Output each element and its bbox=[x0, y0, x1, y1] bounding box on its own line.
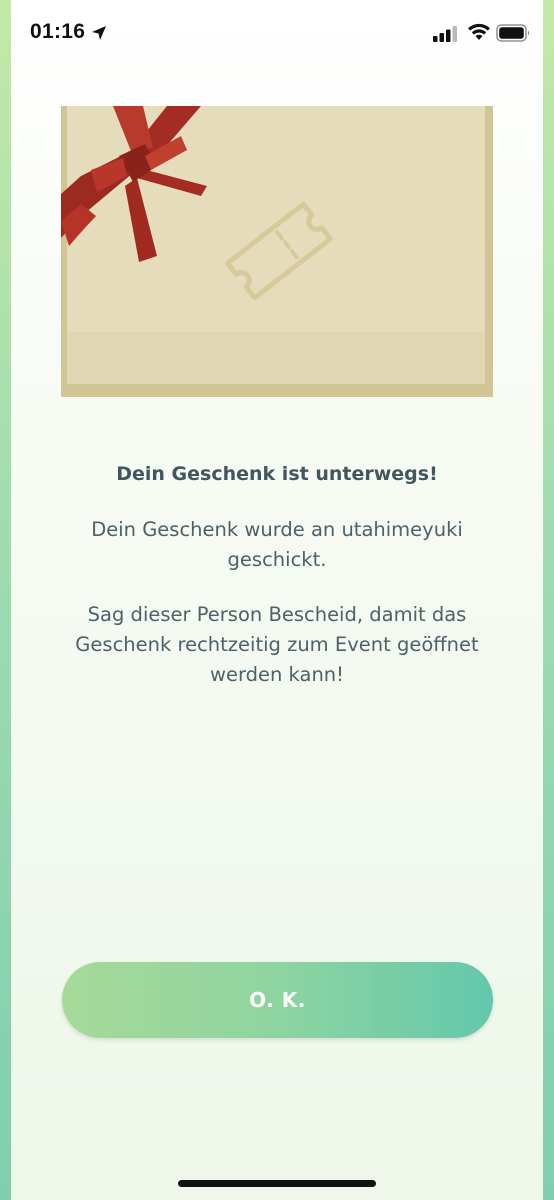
home-indicator[interactable] bbox=[178, 1180, 376, 1187]
ok-button-label: O. K. bbox=[249, 988, 306, 1012]
ok-button[interactable]: O. K. bbox=[62, 962, 493, 1038]
wifi-icon bbox=[467, 23, 491, 45]
dialog-title: Dein Geschenk ist unterwegs! bbox=[116, 463, 438, 485]
dialog-message-sent: Dein Geschenk wurde an utahimeyuki gesch… bbox=[91, 518, 463, 571]
gift-illustration bbox=[61, 106, 493, 397]
status-time: 01:16 bbox=[30, 20, 86, 43]
location-arrow-icon bbox=[91, 25, 107, 45]
dialog-message-notify: Sag dieser Person Bescheid, damit das Ge… bbox=[75, 603, 479, 686]
cellular-signal-icon bbox=[433, 26, 459, 46]
status-bar: 01:16 bbox=[0, 0, 554, 70]
battery-icon bbox=[496, 24, 532, 46]
